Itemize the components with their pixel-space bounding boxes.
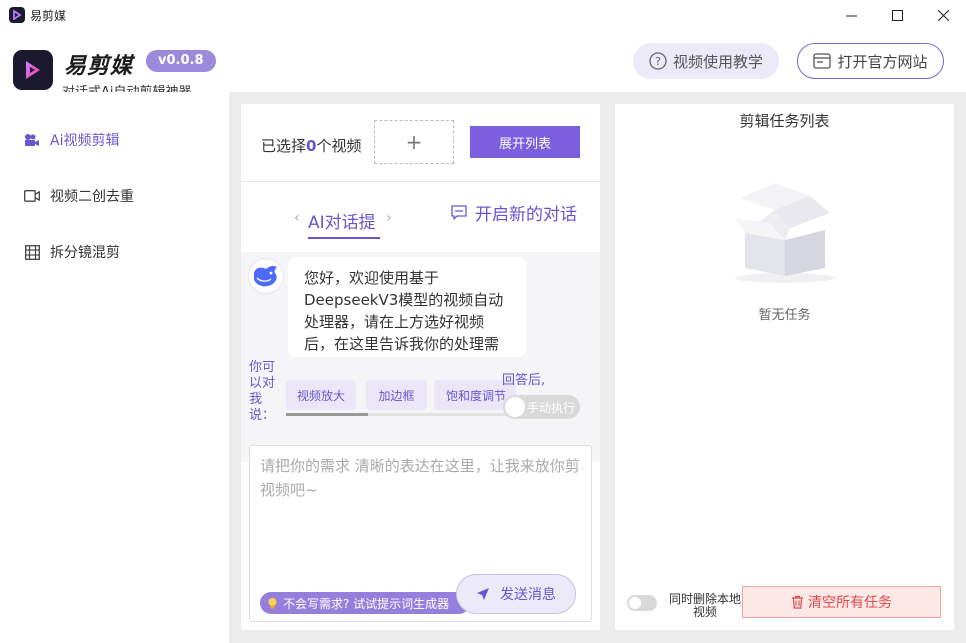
tutorial-label: 视频使用教学 <box>672 52 763 71</box>
app-icon <box>9 7 25 23</box>
ai-chat-panel: 已选择0个视频 + 展开列表 ‹ AI对话提 › 开启新的对话 您好，欢迎使用基… <box>241 104 600 630</box>
tutorial-button[interactable]: ? 视频使用教学 <box>633 43 779 79</box>
official-site-label: 打开官方网站 <box>837 52 928 71</box>
logo-icon <box>26 61 40 79</box>
sidebar-item-split-mix[interactable]: 拆分镜混剪 <box>24 242 120 262</box>
send-message-button[interactable]: 发送消息 <box>456 574 576 614</box>
brand-name: 易剪媒 <box>64 54 134 79</box>
tab-underline <box>308 237 380 239</box>
film-icon <box>24 244 40 260</box>
trash-icon <box>792 595 803 609</box>
send-label: 发送消息 <box>500 587 556 603</box>
manual-exec-label: 手动执行 <box>527 401 576 415</box>
camera-icon <box>24 132 40 148</box>
divider <box>241 181 600 182</box>
maximize-icon <box>891 9 903 21</box>
sidebar-item-ai-video-edit[interactable]: Ai视频剪辑 <box>24 130 119 150</box>
close-button[interactable] <box>920 0 966 30</box>
sidebar-item-label: 视频二创去重 <box>50 189 134 205</box>
title-bar: 易剪媒 <box>0 0 966 30</box>
send-icon <box>477 588 489 600</box>
new-chat-button[interactable]: 开启新的对话 <box>451 200 577 225</box>
after-answer-label: 回答后, <box>502 373 546 388</box>
add-video-button[interactable]: + <box>374 120 454 164</box>
chat-icon <box>451 205 467 220</box>
version-badge: v0.0.8 <box>146 50 216 72</box>
selected-count: 0 <box>306 137 317 155</box>
delete-local-toggle[interactable] <box>627 595 657 611</box>
app-header: 易剪媒 v0.0.8 对话式Ai自动剪辑神器 ? 视频使用教学 打开官方网站 <box>0 30 966 100</box>
clear-all-label: 清空所有任务 <box>808 595 892 611</box>
minimize-icon <box>845 15 857 16</box>
close-icon <box>937 9 949 21</box>
chat-area: 您好，欢迎使用基于DeepseekV3模型的视频自动处理器，请在上方选好视频后，… <box>241 252 600 462</box>
message-input[interactable] <box>250 446 591 586</box>
suggest-label: 你可以对我说： <box>249 360 276 423</box>
empty-text: 暂无任务 <box>758 308 811 323</box>
delete-local-label: 同时删除本地视频 <box>668 592 741 619</box>
task-list-title: 剪辑任务列表 <box>739 112 830 130</box>
selected-videos-text: 已选择0个视频 <box>261 135 361 156</box>
empty-box-icon <box>735 183 835 283</box>
new-chat-label: 开启新的对话 <box>475 205 577 225</box>
maximize-button[interactable] <box>874 0 920 30</box>
window-title: 易剪媒 <box>30 9 67 23</box>
browser-icon <box>813 53 832 69</box>
selected-prefix: 已选择 <box>261 137 307 155</box>
prompt-generator-label: 不会写需求? 试试提示词生成器 <box>283 596 450 611</box>
video-icon <box>24 188 40 204</box>
task-list-panel: 剪辑任务列表 暂无任务 同时删除本地视频 清空所有任务 <box>615 104 954 630</box>
tab-prev-icon[interactable]: ‹ <box>294 210 300 226</box>
prompt-generator-button[interactable]: 不会写需求? 试试提示词生成器 <box>260 592 470 614</box>
clear-all-tasks-button[interactable]: 清空所有任务 <box>742 586 941 618</box>
message-input-box: 不会写需求? 试试提示词生成器 发送消息 <box>249 445 592 622</box>
expand-list-button[interactable]: 展开列表 <box>470 126 580 158</box>
suggest-chip[interactable]: 视频放大 <box>286 380 356 410</box>
sidebar: Ai视频剪辑 视频二创去重 拆分镜混剪 <box>0 92 229 643</box>
official-site-button[interactable]: 打开官方网站 <box>797 43 944 79</box>
bulb-icon <box>268 597 277 608</box>
whale-icon <box>254 265 277 287</box>
minimize-button[interactable] <box>828 0 874 30</box>
sidebar-item-label: Ai视频剪辑 <box>50 133 120 149</box>
toggle-knob <box>505 397 525 417</box>
help-icon: ? <box>649 52 667 70</box>
sidebar-item-label: 拆分镜混剪 <box>50 245 120 261</box>
manual-exec-toggle[interactable]: 手动执行 <box>503 395 580 419</box>
bot-avatar <box>248 258 284 294</box>
bot-message-bubble: 您好，欢迎使用基于DeepseekV3模型的视频自动处理器，请在上方选好视频后，… <box>288 257 526 357</box>
svg-text:?: ? <box>655 55 661 68</box>
tab-ai-chat[interactable]: AI对话提 <box>308 208 376 233</box>
tab-next-icon[interactable]: › <box>386 210 392 226</box>
selected-suffix: 个视频 <box>316 137 362 155</box>
sidebar-item-video-remix[interactable]: 视频二创去重 <box>24 186 134 206</box>
toggle-knob <box>629 597 641 609</box>
plus-icon: + <box>405 130 423 154</box>
suggest-chip[interactable]: 加边框 <box>366 380 427 410</box>
chips-scrollbar-thumb[interactable] <box>286 413 368 416</box>
logo <box>13 50 53 90</box>
